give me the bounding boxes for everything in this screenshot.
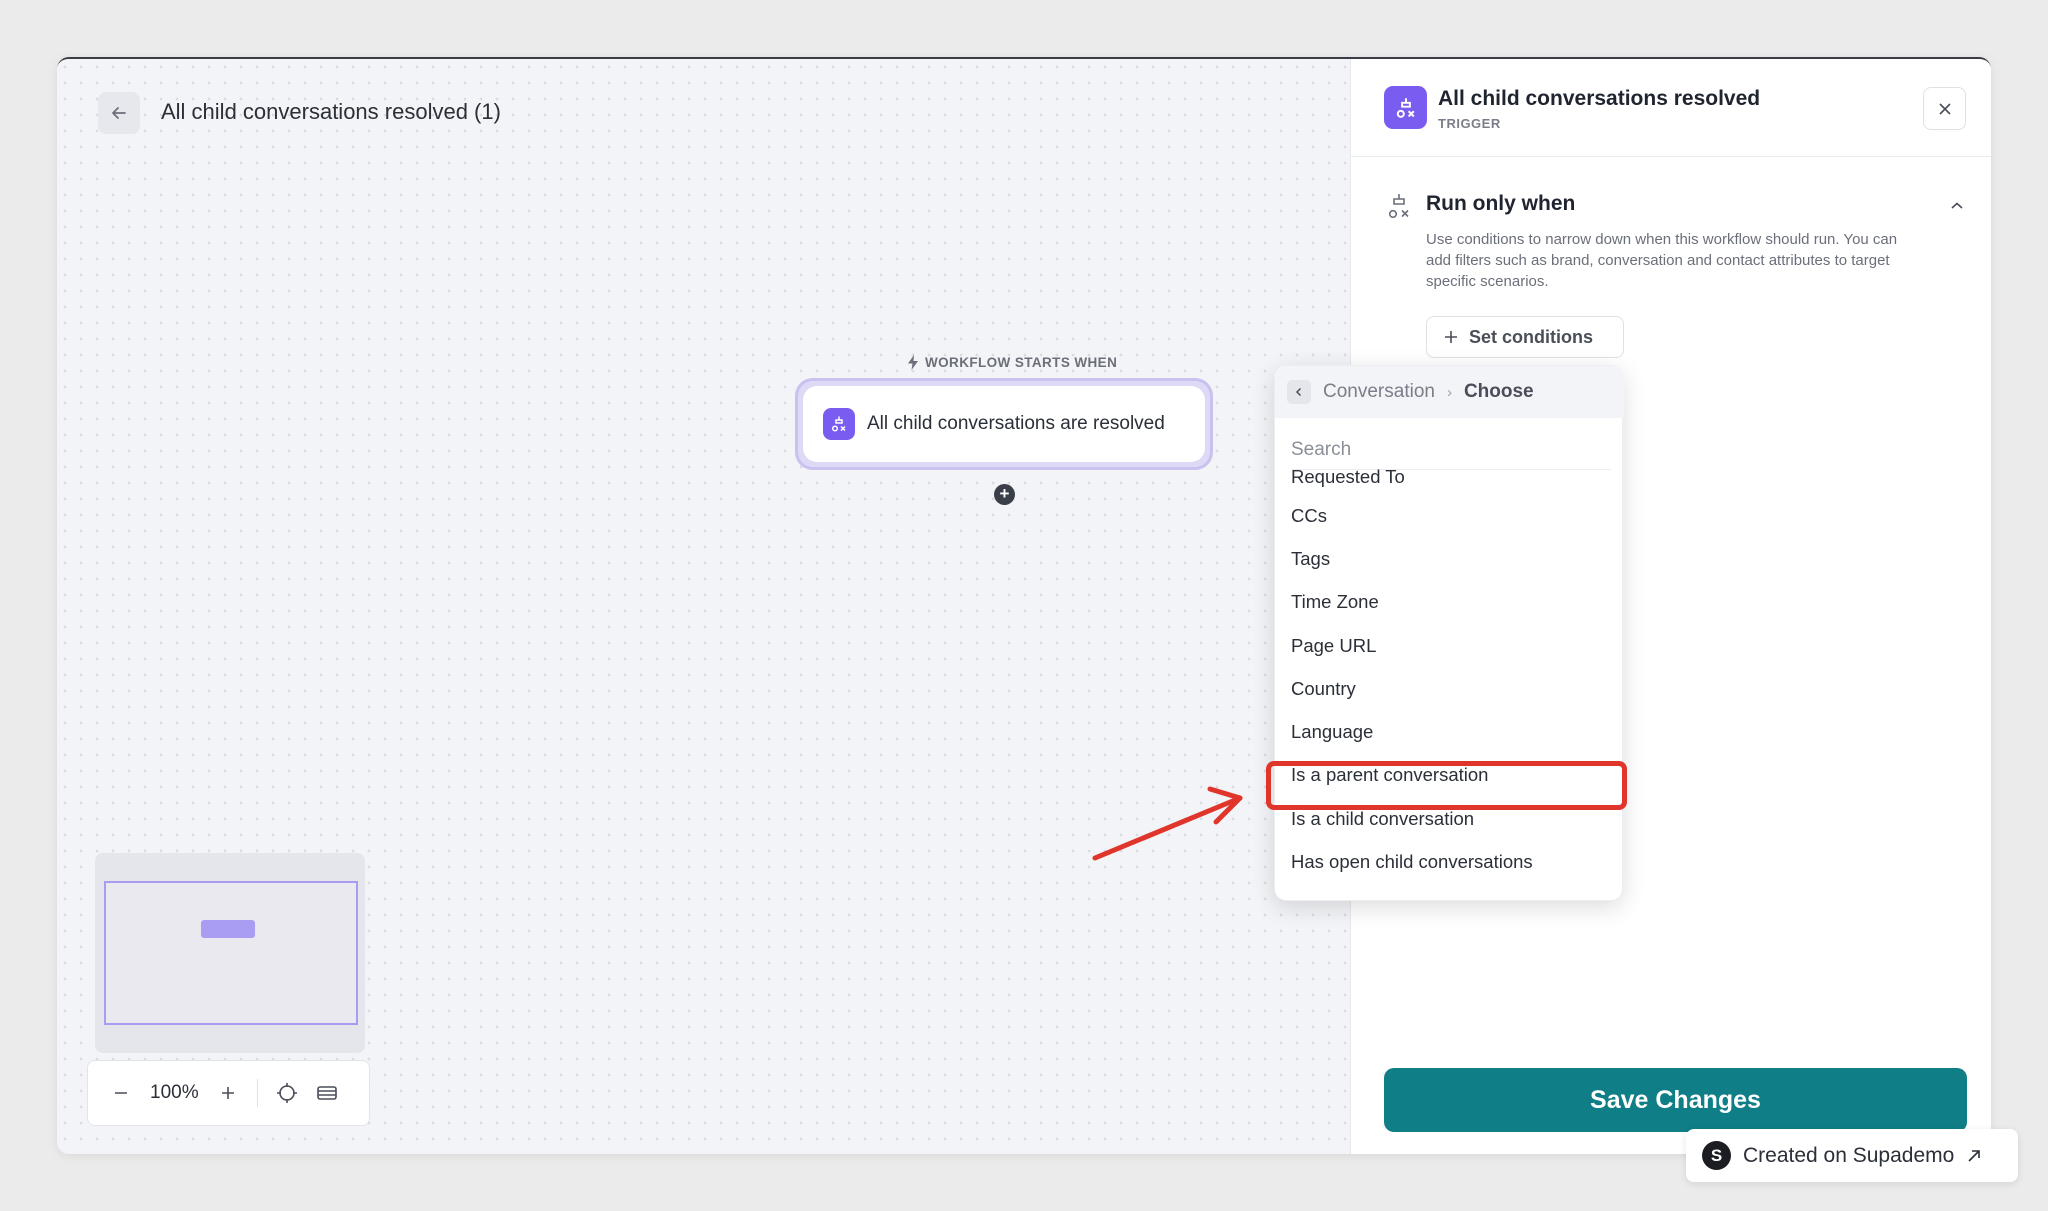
- condition-picker-dropdown: Conversation › Choose Requested To CCs T…: [1274, 365, 1624, 901]
- run-only-when-description: Use conditions to narrow down when this …: [1426, 231, 1898, 290]
- back-button[interactable]: [98, 92, 140, 134]
- attribute-list: Requested To CCs Tags Time Zone Page URL…: [1275, 466, 1624, 884]
- set-conditions-label: Set conditions: [1469, 326, 1594, 347]
- minimap-viewport[interactable]: [104, 881, 358, 1025]
- set-conditions-button[interactable]: Set conditions: [1426, 316, 1624, 358]
- breadcrumb-separator: ›: [1446, 383, 1452, 401]
- trigger-icon: [1384, 86, 1427, 129]
- dropdown-back-button[interactable]: [1287, 380, 1311, 404]
- list-item[interactable]: Language: [1275, 710, 1624, 753]
- workflow-editor: All child conversations resolved (1) WOR…: [57, 57, 1991, 1154]
- list-item[interactable]: Requested To: [1275, 466, 1624, 494]
- chevron-up-icon[interactable]: [1949, 200, 1965, 212]
- supademo-label: Created on Supademo: [1743, 1143, 1955, 1167]
- zoom-in-button[interactable]: [217, 1082, 239, 1104]
- list-item[interactable]: Has open child conversations: [1275, 840, 1624, 883]
- workflow-starts-label: WORKFLOW STARTS WHEN: [907, 355, 1117, 370]
- chevron-left-icon: [1295, 387, 1302, 397]
- dropdown-header: Conversation › Choose: [1275, 366, 1624, 418]
- save-changes-button[interactable]: Save Changes: [1384, 1068, 1967, 1132]
- close-panel-button[interactable]: [1923, 87, 1966, 130]
- close-icon: [1938, 102, 1951, 115]
- plus-icon: [1445, 331, 1457, 343]
- highlight-box: [1266, 761, 1627, 810]
- crosshair-icon: [276, 1083, 297, 1103]
- center-view-button[interactable]: [276, 1082, 298, 1104]
- panel-header: All child conversations resolved TRIGGER: [1351, 59, 1991, 157]
- zoom-level: 100%: [150, 1082, 199, 1103]
- list-item[interactable]: Page URL: [1275, 624, 1624, 667]
- breadcrumb-conversation[interactable]: Conversation: [1323, 381, 1435, 403]
- external-link-icon: [1968, 1149, 1981, 1162]
- conditions-icon: [1388, 194, 1409, 219]
- minus-icon: [115, 1092, 127, 1094]
- workflow-canvas[interactable]: All child conversations resolved (1) WOR…: [57, 59, 1350, 1154]
- fit-view-button[interactable]: [316, 1082, 338, 1104]
- pointer-arrow-icon: [1092, 786, 1243, 861]
- supademo-logo: S: [1702, 1141, 1731, 1170]
- plus-icon: [221, 1087, 234, 1099]
- workflow-starts-text: WORKFLOW STARTS WHEN: [925, 355, 1118, 370]
- layers-icon: [316, 1086, 337, 1100]
- zoom-controls: 100%: [87, 1060, 370, 1126]
- zoom-out-button[interactable]: [110, 1082, 132, 1104]
- trigger-node-label: All child conversations are resolved: [867, 413, 1165, 434]
- trigger-node[interactable]: All child conversations are resolved: [803, 386, 1205, 462]
- breadcrumb-current: Choose: [1463, 381, 1534, 402]
- panel-title: All child conversations resolved: [1438, 87, 1761, 110]
- search-input[interactable]: [1291, 430, 1611, 470]
- zoom-divider: [256, 1079, 258, 1107]
- arrow-left-icon: [112, 107, 126, 119]
- supademo-badge[interactable]: S Created on Supademo: [1686, 1129, 2018, 1182]
- lightning-icon: [908, 355, 918, 370]
- minimap-node: [201, 920, 255, 938]
- list-item[interactable]: CCs: [1275, 494, 1624, 537]
- trigger-icon: [823, 408, 855, 440]
- add-step-button[interactable]: +: [994, 484, 1015, 505]
- list-item[interactable]: Tags: [1275, 537, 1624, 580]
- panel-subtitle: TRIGGER: [1438, 116, 1501, 131]
- workflow-title: All child conversations resolved (1): [161, 99, 501, 124]
- run-only-when-heading: Run only when: [1426, 192, 1576, 215]
- list-item[interactable]: Time Zone: [1275, 581, 1624, 624]
- list-item[interactable]: Country: [1275, 667, 1624, 710]
